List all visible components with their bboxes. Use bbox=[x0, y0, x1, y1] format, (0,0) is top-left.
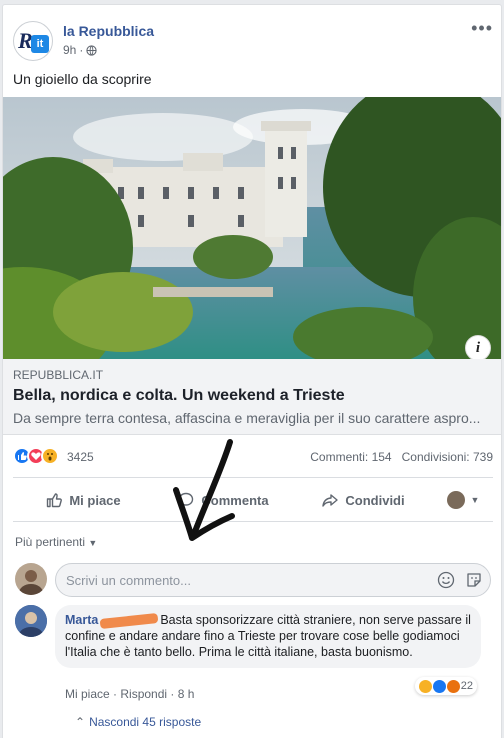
dot-separator: · bbox=[113, 687, 118, 701]
engagement-counts: Commenti: 154 Condivisioni: 739 bbox=[310, 450, 493, 464]
comment-label: Commenta bbox=[201, 492, 269, 508]
emoji-icon[interactable] bbox=[437, 571, 455, 589]
link-preview[interactable]: REPUBBLICA.IT Bella, nordica e colta. Un… bbox=[3, 359, 501, 435]
castle-photo bbox=[3, 97, 501, 359]
comment-bubble: Marta Basta sponsorizzare città straniere… bbox=[55, 605, 481, 668]
caret-down-icon: ▼ bbox=[88, 538, 98, 548]
user-avatar-small bbox=[446, 491, 465, 509]
sort-label: Più pertinenti bbox=[15, 535, 86, 549]
redaction-mark bbox=[99, 612, 159, 629]
comment-sort-dropdown[interactable]: Più pertinenti ▼ bbox=[15, 535, 97, 549]
globe-icon bbox=[86, 44, 97, 56]
page-avatar[interactable]: R it bbox=[13, 21, 53, 61]
page-name-link[interactable]: la Repubblica bbox=[63, 23, 154, 39]
like-button[interactable]: Mi piace bbox=[13, 491, 153, 509]
dot-separator: · bbox=[170, 687, 175, 701]
hide-replies-link[interactable]: ⌃ Nascondi 45 risposte bbox=[75, 715, 201, 729]
link-description: Da sempre terra contesa, affascina e mer… bbox=[13, 410, 481, 426]
comment-input[interactable] bbox=[55, 563, 491, 597]
reaction-summary: 3425 Commenti: 154 Condivisioni: 739 bbox=[13, 445, 493, 469]
reaction-count[interactable]: 3425 bbox=[67, 450, 94, 464]
comment-reply-link[interactable]: Rispondi bbox=[120, 687, 167, 701]
reaction-icons[interactable] bbox=[13, 447, 59, 465]
comment-reactions[interactable]: 22 bbox=[414, 677, 477, 695]
speech-bubble-icon bbox=[179, 492, 194, 508]
logo-badge: it bbox=[31, 35, 49, 53]
post-text: Un gioiello da scoprire bbox=[13, 71, 152, 87]
divider bbox=[13, 477, 493, 478]
meta-separator: · bbox=[79, 43, 84, 57]
wow-reaction-icon bbox=[41, 447, 59, 465]
link-domain: REPUBBLICA.IT bbox=[13, 368, 104, 382]
chevron-up-icon: ⌃ bbox=[75, 715, 86, 729]
comment-button[interactable]: Commenta bbox=[153, 491, 293, 509]
comment-composer bbox=[15, 563, 493, 597]
like-label: Mi piace bbox=[69, 492, 121, 508]
link-title[interactable]: Bella, nordica e colta. Un weekend a Tri… bbox=[13, 387, 345, 405]
comment-like-link[interactable]: Mi piace bbox=[65, 687, 110, 701]
post-card: R it la Repubblica 9h · ••• Un gioiello … bbox=[2, 4, 502, 738]
ellipsis-icon[interactable]: ••• bbox=[471, 19, 493, 37]
my-avatar[interactable] bbox=[15, 563, 47, 595]
comments-count[interactable]: Commenti: 154 bbox=[310, 450, 391, 464]
post-meta: 9h · bbox=[63, 43, 97, 57]
post-time[interactable]: 9h bbox=[63, 43, 76, 57]
shares-count[interactable]: Condivisioni: 739 bbox=[402, 450, 493, 464]
post-header: R it la Repubblica 9h · ••• bbox=[13, 17, 493, 65]
action-bar: Mi piace Commenta Condividi ▼ bbox=[13, 483, 493, 517]
like-reaction-icon bbox=[432, 679, 446, 693]
comment-actions: Mi piace · Rispondi · 8 h bbox=[65, 687, 194, 701]
comment-time[interactable]: 8 h bbox=[178, 687, 195, 701]
commenter-avatar[interactable] bbox=[15, 605, 47, 637]
hide-replies-label: Nascondi 45 risposte bbox=[89, 715, 202, 729]
share-label: Condividi bbox=[345, 492, 405, 508]
divider bbox=[13, 521, 493, 522]
sticker-icon[interactable] bbox=[465, 571, 483, 589]
reaction-picker-button[interactable]: ▼ bbox=[433, 491, 493, 509]
composer-icons bbox=[437, 571, 483, 589]
haha-reaction-icon bbox=[418, 679, 432, 693]
caret-down-icon: ▼ bbox=[470, 495, 480, 505]
share-button[interactable]: Condividi bbox=[293, 491, 433, 509]
thumbs-up-icon bbox=[47, 493, 63, 508]
post-image[interactable]: i bbox=[3, 97, 501, 359]
info-button[interactable]: i bbox=[465, 335, 491, 359]
share-arrow-icon bbox=[322, 494, 339, 507]
comment-author[interactable]: Marta bbox=[65, 613, 98, 627]
angry-reaction-icon bbox=[446, 679, 460, 693]
comment-reaction-count: 22 bbox=[460, 680, 473, 692]
